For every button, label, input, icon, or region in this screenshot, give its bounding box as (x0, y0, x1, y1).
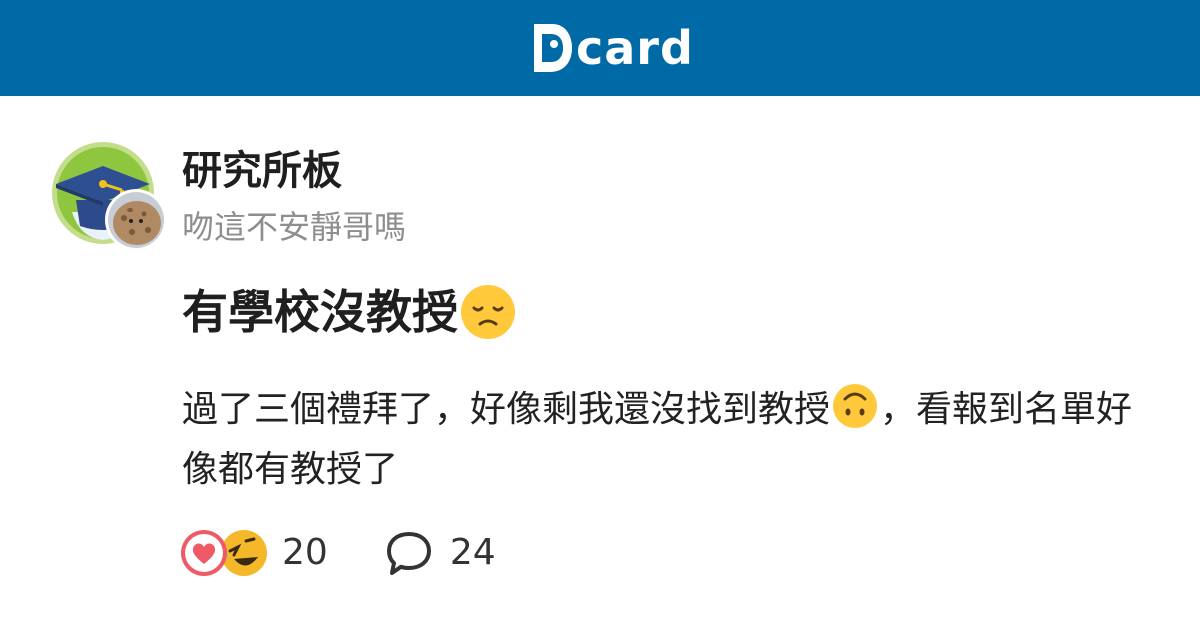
dcard-logo-icon (534, 24, 572, 72)
post-stats: 20 24 (180, 526, 496, 580)
reaction-count: 20 (282, 532, 328, 573)
top-bar: card (0, 0, 1200, 96)
post-title-text: 有學校沒教授 (182, 285, 458, 339)
comment-stat[interactable]: 24 (384, 526, 496, 580)
heart-reaction-icon (181, 530, 227, 576)
potato-avatar-icon[interactable] (104, 188, 168, 252)
post-title[interactable]: 有學校沒教授 (182, 282, 516, 342)
dcard-logo[interactable]: card (530, 18, 694, 78)
reaction-icons[interactable] (180, 526, 272, 580)
disappointed-face-icon (461, 285, 515, 339)
logo-text: card (576, 21, 694, 75)
upside-down-face-icon (833, 384, 878, 428)
comment-bubble-icon (386, 532, 431, 575)
author-name: 吻這不安靜哥嗎 (182, 208, 407, 246)
comment-count: 24 (449, 532, 496, 573)
post-body: 過了三個禮拜了，好像剩我還沒找到教授 ，看報到名單好像都有教授了 (182, 380, 1152, 500)
post-body-text-1: 過了三個禮拜了，好像剩我還沒找到教授 (182, 389, 831, 430)
forum-name[interactable]: 研究所板 (182, 146, 342, 196)
